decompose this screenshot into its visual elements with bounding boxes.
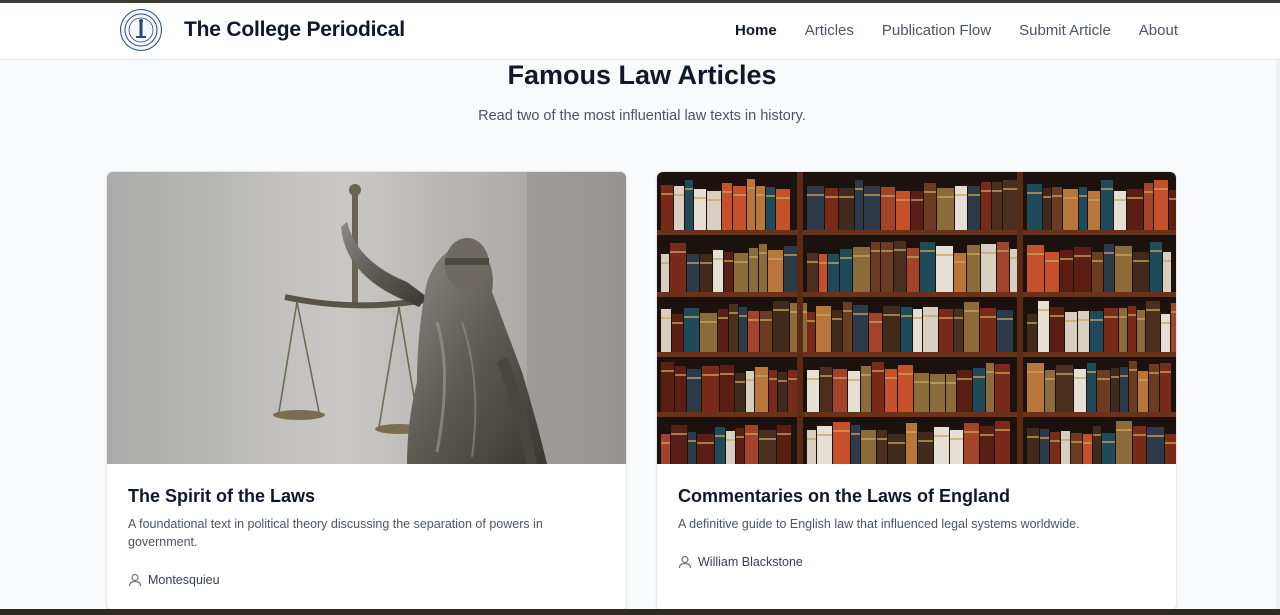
- nav-about[interactable]: About: [1139, 22, 1178, 39]
- card-title[interactable]: Commentaries on the Laws of England: [678, 486, 1010, 507]
- nav-articles[interactable]: Articles: [805, 22, 854, 39]
- user-icon: [678, 555, 692, 569]
- window-bottom-edge: [0, 609, 1280, 615]
- card-description: A definitive guide to English law that i…: [678, 517, 1080, 531]
- card-author: William Blackstone: [678, 555, 803, 569]
- lady-justice-statue-photo: [107, 172, 626, 464]
- author-name: William Blackstone: [698, 555, 803, 569]
- site-brand-title[interactable]: The College Periodical: [184, 18, 405, 42]
- page-subtitle: Read two of the most influential law tex…: [478, 108, 806, 124]
- card-title[interactable]: The Spirit of the Laws: [128, 486, 315, 507]
- author-name: Montesquieu: [148, 573, 220, 587]
- college-seal-icon[interactable]: [120, 9, 162, 51]
- page-scrollbar[interactable]: [1276, 60, 1280, 609]
- nav-submit-article[interactable]: Submit Article: [1019, 22, 1111, 39]
- nav-home[interactable]: Home: [735, 22, 777, 39]
- user-icon: [128, 573, 142, 587]
- article-card-spirit-of-laws[interactable]: The Spirit of the Laws A foundational te…: [106, 171, 627, 611]
- card-author: Montesquieu: [128, 573, 220, 587]
- page-title: Famous Law Articles: [507, 60, 777, 90]
- nav-publication-flow[interactable]: Publication Flow: [882, 22, 991, 39]
- site-header: The College Periodical Home Articles Pub…: [0, 3, 1280, 60]
- law-library-bookshelf-photo: [657, 172, 1176, 464]
- main-nav: Home Articles Publication Flow Submit Ar…: [735, 22, 1178, 39]
- article-card-commentaries[interactable]: Commentaries on the Laws of England A de…: [656, 171, 1177, 611]
- card-description: A foundational text in political theory …: [128, 517, 543, 549]
